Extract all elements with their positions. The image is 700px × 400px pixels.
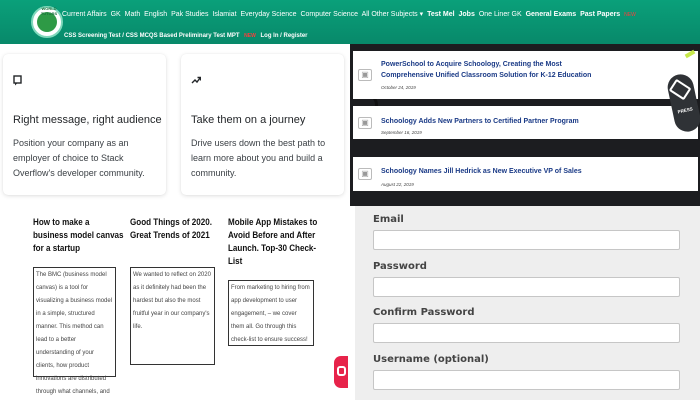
nav-link-pak-studies[interactable]: Pak Studies	[171, 11, 208, 18]
confirm-password-label: Confirm Password	[373, 307, 475, 318]
nav-link-past-papers[interactable]: Past Papers	[580, 11, 620, 18]
image-placeholder-icon: ▣	[358, 168, 372, 180]
nav-link-gk[interactable]: GK	[111, 11, 121, 18]
news-item[interactable]: ▣ Schoology Adds New Partners to Certifi…	[353, 106, 698, 139]
password-field[interactable]	[373, 277, 680, 297]
logo-text: WORLD TUTORS	[40, 6, 58, 16]
chat-icon	[337, 366, 346, 376]
confirm-password-field[interactable]	[373, 323, 680, 343]
press-badge-label: PRESS	[677, 106, 694, 115]
username-field[interactable]	[373, 370, 680, 390]
news-item-date: October 24, 2019	[381, 85, 416, 90]
camera-icon	[668, 78, 692, 101]
blog-post-app-mistakes[interactable]: Mobile App Mistakes to Avoid Before and …	[228, 215, 320, 346]
blog-post-title[interactable]: How to make a business model canvas for …	[33, 215, 125, 254]
news-item-date: September 16, 2019	[381, 130, 422, 135]
blog-post-bmc[interactable]: How to make a business model canvas for …	[33, 215, 125, 395]
arrow-up-right-icon	[191, 75, 202, 88]
news-item-title[interactable]: Schoology Adds New Partners to Certified…	[381, 116, 579, 127]
news-item-date: August 22, 2019	[381, 182, 414, 187]
feature-card-title: Take them on a journey	[191, 114, 306, 126]
feature-card-audience: Right message, right audience Position y…	[3, 54, 166, 195]
left-content-panel: Right message, right audience Position y…	[0, 44, 350, 400]
image-placeholder-icon: ▣	[358, 116, 372, 129]
blog-post-title[interactable]: Mobile App Mistakes to Avoid Before and …	[228, 215, 320, 267]
news-item-title[interactable]: Schoology Names Jill Hedrick as New Exec…	[381, 166, 582, 177]
floating-chat-button[interactable]	[334, 356, 348, 388]
signup-form: Email Password Confirm Password Username…	[355, 206, 700, 400]
nav-link-general-exams[interactable]: General Exams	[526, 11, 577, 18]
nav-link-jobs[interactable]: Jobs	[459, 11, 475, 18]
username-label: Username (optional)	[373, 354, 489, 365]
image-placeholder-icon: ▣	[358, 69, 372, 81]
blog-post-excerpt: We wanted to reflect on 2020 as it defin…	[130, 267, 215, 365]
feature-card-desc: Drive users down the best path to learn …	[191, 138, 326, 178]
nav-link-test-mel[interactable]: Test Mel	[427, 11, 455, 18]
feature-card-desc: Position your company as an employer of …	[13, 138, 145, 178]
nav-link-math[interactable]: Math	[125, 11, 141, 18]
message-icon	[13, 75, 22, 89]
nav-link-one-liner-gk[interactable]: One Liner GK	[479, 11, 522, 18]
blog-post-excerpt: From marketing to hiring from app develo…	[228, 280, 314, 346]
news-panel: ▣ PowerSchool to Acquire Schoology, Crea…	[350, 44, 700, 206]
email-label: Email	[373, 214, 404, 225]
nav-link-current-affairs[interactable]: Current Affairs	[62, 11, 107, 18]
blog-post-title[interactable]: Good Things of 2020. Great Trends of 202…	[130, 215, 222, 241]
nav-secondary-row: CSS Screening Test / CSS MCQS Based Prel…	[64, 33, 311, 39]
news-item[interactable]: ▣ PowerSchool to Acquire Schoology, Crea…	[353, 51, 698, 99]
news-item[interactable]: ▣ Schoology Names Jill Hedrick as New Ex…	[353, 157, 698, 191]
nav-link-computer-science[interactable]: Computer Science	[300, 11, 358, 18]
email-field[interactable]	[373, 230, 680, 250]
nav-link-english[interactable]: English	[144, 11, 167, 18]
nav-link-everyday-science[interactable]: Everyday Science	[240, 11, 296, 18]
password-label: Password	[373, 261, 427, 272]
feature-card-title: Right message, right audience	[13, 114, 162, 126]
new-badge-mpt: NEW	[244, 33, 256, 39]
site-logo[interactable]: WORLD TUTORS	[31, 6, 63, 38]
feature-card-journey: Take them on a journey Drive users down …	[181, 54, 344, 195]
new-badge: NEW	[624, 12, 636, 18]
nav-link-login-register[interactable]: Log In / Register	[261, 33, 308, 39]
nav-primary-row: Current Affairs GK Math English Pak Stud…	[62, 10, 638, 18]
blog-post-2020-trends[interactable]: Good Things of 2020. Great Trends of 202…	[130, 215, 222, 365]
news-item-title[interactable]: PowerSchool to Acquire Schoology, Creati…	[381, 59, 601, 81]
nav-link-islamiat[interactable]: Islamiat	[212, 11, 236, 18]
blog-post-excerpt: The BMC (business model canvas) is a too…	[33, 267, 116, 395]
site-top-nav: WORLD TUTORS Current Affairs GK Math Eng…	[0, 0, 700, 44]
nav-link-all-subjects[interactable]: All Other Subjects ▾	[362, 11, 423, 18]
nav-link-css-screening-test[interactable]: CSS Screening Test / CSS MCQS Based Prel…	[64, 33, 240, 39]
